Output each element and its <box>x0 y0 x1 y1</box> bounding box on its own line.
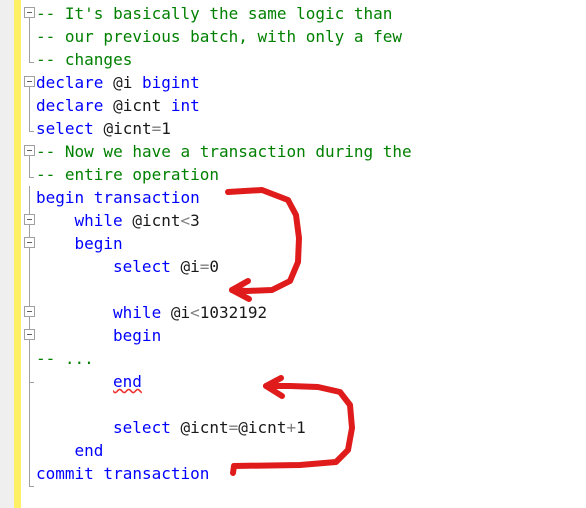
code-line-16[interactable]: -- ... <box>36 347 94 370</box>
token-num: 1032192 <box>199 303 268 322</box>
token-cm: -- our previous batch, with only a few <box>36 27 403 46</box>
code-line-5[interactable]: declare @icnt int <box>36 94 200 117</box>
token-cm: -- Now we have a transaction during the <box>36 142 412 161</box>
token-var: @icnt <box>113 96 162 115</box>
token-num: 0 <box>209 257 220 276</box>
token-cm: -- ... <box>36 349 94 368</box>
token-kw: begin <box>113 326 162 345</box>
token-kw: end <box>74 441 104 460</box>
token-num: 3 <box>190 211 200 230</box>
token-kw: declare <box>36 73 114 92</box>
token-num: 1 <box>296 418 306 437</box>
token-var: @i <box>180 257 200 276</box>
code-line-4[interactable]: declare @i bigint <box>36 71 200 94</box>
code-line-8[interactable]: -- entire operation <box>36 163 219 186</box>
token-cm: -- It's basically the same logic than <box>36 4 393 23</box>
code-line-17[interactable]: end <box>113 370 142 393</box>
token-op: < <box>180 211 191 230</box>
token-var <box>132 73 142 92</box>
token-cm: -- changes <box>36 50 133 69</box>
code-line-15[interactable]: begin <box>113 324 161 347</box>
token-op: + <box>286 418 297 437</box>
token-var <box>161 96 171 115</box>
token-cm: -- entire operation <box>36 165 220 184</box>
code-line-3[interactable]: -- changes <box>36 48 132 71</box>
token-op: = <box>151 119 162 138</box>
token-op: = <box>199 257 210 276</box>
code-line-1[interactable]: -- It's basically the same logic than <box>36 2 392 25</box>
token-num: 1 <box>161 119 171 138</box>
code-line-14[interactable]: while @i<1032192 <box>113 301 267 324</box>
token-kw: bigint <box>141 73 200 92</box>
token-err: end <box>113 372 142 391</box>
token-kw: select <box>113 257 181 276</box>
token-kw: commit transaction <box>36 464 210 483</box>
token-kw: int <box>170 96 200 115</box>
token-op: = <box>228 418 239 437</box>
token-kw: while <box>74 211 133 230</box>
token-kw: declare <box>36 96 114 115</box>
token-kw: begin transaction <box>36 188 200 207</box>
code-line-19[interactable]: select @icnt=@icnt+1 <box>113 416 306 439</box>
code-line-12[interactable]: select @i=0 <box>113 255 219 278</box>
token-var: @i <box>113 73 133 92</box>
token-op: < <box>190 303 200 322</box>
token-kw: select <box>36 119 104 138</box>
token-kw: select <box>113 418 181 437</box>
code-line-6[interactable]: select @icnt=1 <box>36 117 171 140</box>
token-var: @icnt <box>238 418 287 437</box>
code-line-9[interactable]: begin transaction <box>36 186 200 209</box>
code-line-20[interactable]: end <box>75 439 104 462</box>
token-var: @icnt <box>103 119 152 138</box>
token-kw: while <box>113 303 171 322</box>
token-var: @i <box>170 303 191 322</box>
token-var: @icnt <box>180 418 229 437</box>
code-line-21[interactable]: commit transaction <box>36 462 209 485</box>
token-var: @icnt <box>132 211 181 230</box>
code-text-layer[interactable]: -- It's basically the same logic than -- … <box>0 0 586 508</box>
code-line-7[interactable]: -- Now we have a transaction during the <box>36 140 412 163</box>
code-line-2[interactable]: -- our previous batch, with only a few <box>36 25 402 48</box>
sql-code-editor[interactable]: -- It's basically the same logic than -- … <box>0 0 586 508</box>
code-line-11[interactable]: begin <box>75 232 123 255</box>
code-line-10[interactable]: while @icnt<3 <box>75 209 200 232</box>
token-kw: begin <box>74 234 123 253</box>
